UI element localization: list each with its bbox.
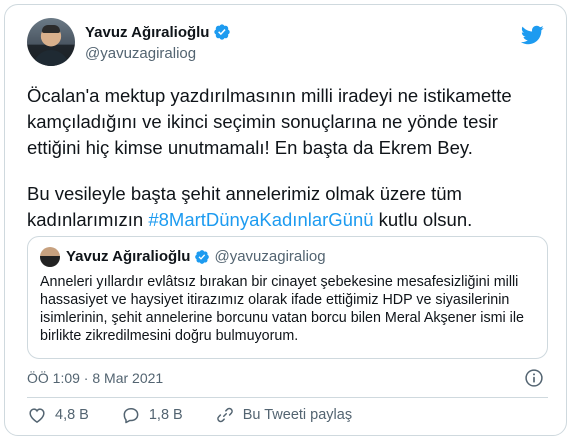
reply-button[interactable]: 1,8 B (121, 405, 183, 425)
author-name[interactable]: Yavuz Ağıralioğlu (85, 24, 209, 41)
quoted-author-handle: @yavuzagiraliog (214, 248, 326, 265)
quoted-author-name: Yavuz Ağıralioğlu (66, 248, 191, 265)
quoted-author-avatar (40, 247, 60, 267)
share-button[interactable]: Bu Tweeti paylaş (215, 405, 352, 425)
reply-count: 1,8 B (148, 407, 183, 423)
avatar-suit (33, 50, 69, 66)
like-count: 4,8 B (55, 407, 89, 423)
action-bar: 4,8 B 1,8 B Bu Tweeti paylaş (27, 405, 384, 425)
tweet-paragraph-1: Öcalan'a mektup yazdırılmasının milli ir… (27, 85, 512, 158)
tweet-timestamp[interactable]: ÖÖ 1:09 · 8 Mar 2021 (27, 370, 163, 386)
hashtag-link[interactable]: #8MartDünyaKadınlarGünü (148, 209, 373, 230)
author-handle[interactable]: @yavuzagiraliog (85, 45, 196, 62)
author-avatar[interactable] (27, 18, 75, 66)
reply-bubble-icon (123, 408, 139, 424)
quoted-tweet-text: Anneleri yıllardır evlâtsız bırakan bir … (40, 274, 524, 344)
share-label: Bu Tweeti paylaş (242, 407, 353, 423)
avatar-hair (42, 25, 60, 33)
tweet-paragraph-2: Bu vesileyle başta şehit annelerimiz olm… (27, 181, 547, 233)
author-name-row: Yavuz Ağıralioğlu (85, 23, 231, 41)
info-icon[interactable] (524, 368, 544, 388)
like-button[interactable]: 4,8 B (27, 405, 89, 425)
tweet-body: Öcalan'a mektup yazdırılmasının milli ir… (27, 83, 547, 233)
share-link-icon (216, 407, 233, 423)
twitter-bird-icon[interactable] (520, 23, 544, 47)
verified-badge-icon (195, 249, 210, 264)
quoted-tweet[interactable]: Yavuz Ağıralioğlu @yavuzagiraliog Annele… (27, 236, 548, 359)
tweet-card: Yavuz Ağıralioğlu @yavuzagiraliog Öcalan… (4, 4, 567, 436)
tweet-paragraph-2-end: kutlu olsun. (373, 209, 473, 230)
quoted-tweet-header: Yavuz Ağıralioğlu @yavuzagiraliog (66, 248, 326, 265)
verified-badge-icon (214, 24, 231, 40)
heart-icon (29, 408, 45, 423)
action-divider (27, 397, 548, 398)
